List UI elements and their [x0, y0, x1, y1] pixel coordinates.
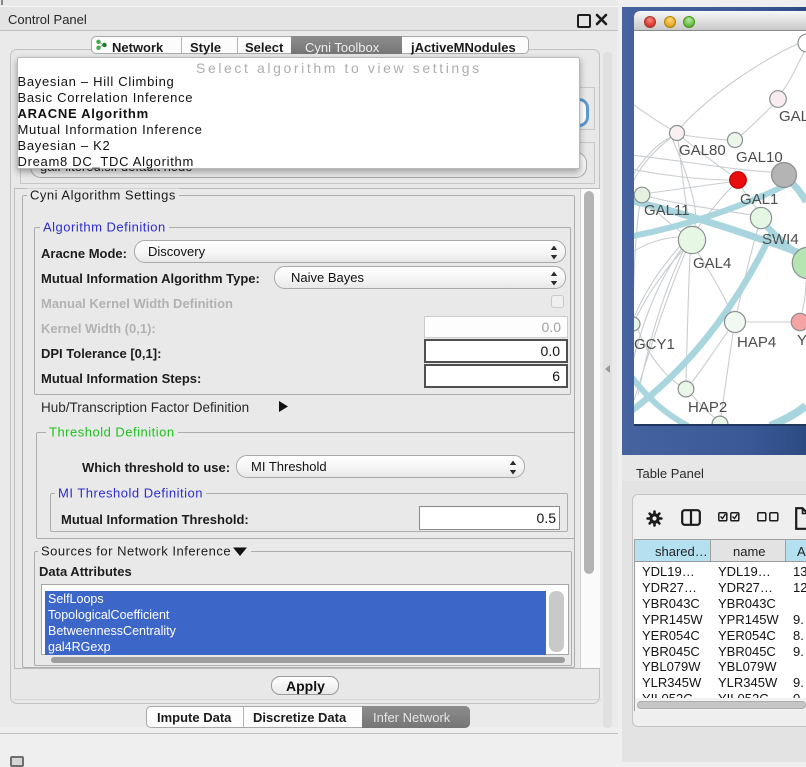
svg-text:HAP4: HAP4: [737, 334, 776, 351]
svg-text:GAL1: GAL1: [740, 191, 778, 208]
svg-text:GAL4: GAL4: [693, 255, 731, 272]
svg-text:Y: Y: [797, 332, 806, 349]
svg-text:SWI4: SWI4: [762, 231, 799, 248]
svg-text:HAP2: HAP2: [688, 399, 727, 416]
svg-text:GAL: GAL: [779, 108, 806, 125]
svg-text:GAL10: GAL10: [736, 149, 783, 166]
svg-text:GAL11: GAL11: [644, 202, 690, 219]
svg-text:GCY1: GCY1: [634, 336, 675, 353]
svg-text:GAL80: GAL80: [679, 142, 726, 159]
